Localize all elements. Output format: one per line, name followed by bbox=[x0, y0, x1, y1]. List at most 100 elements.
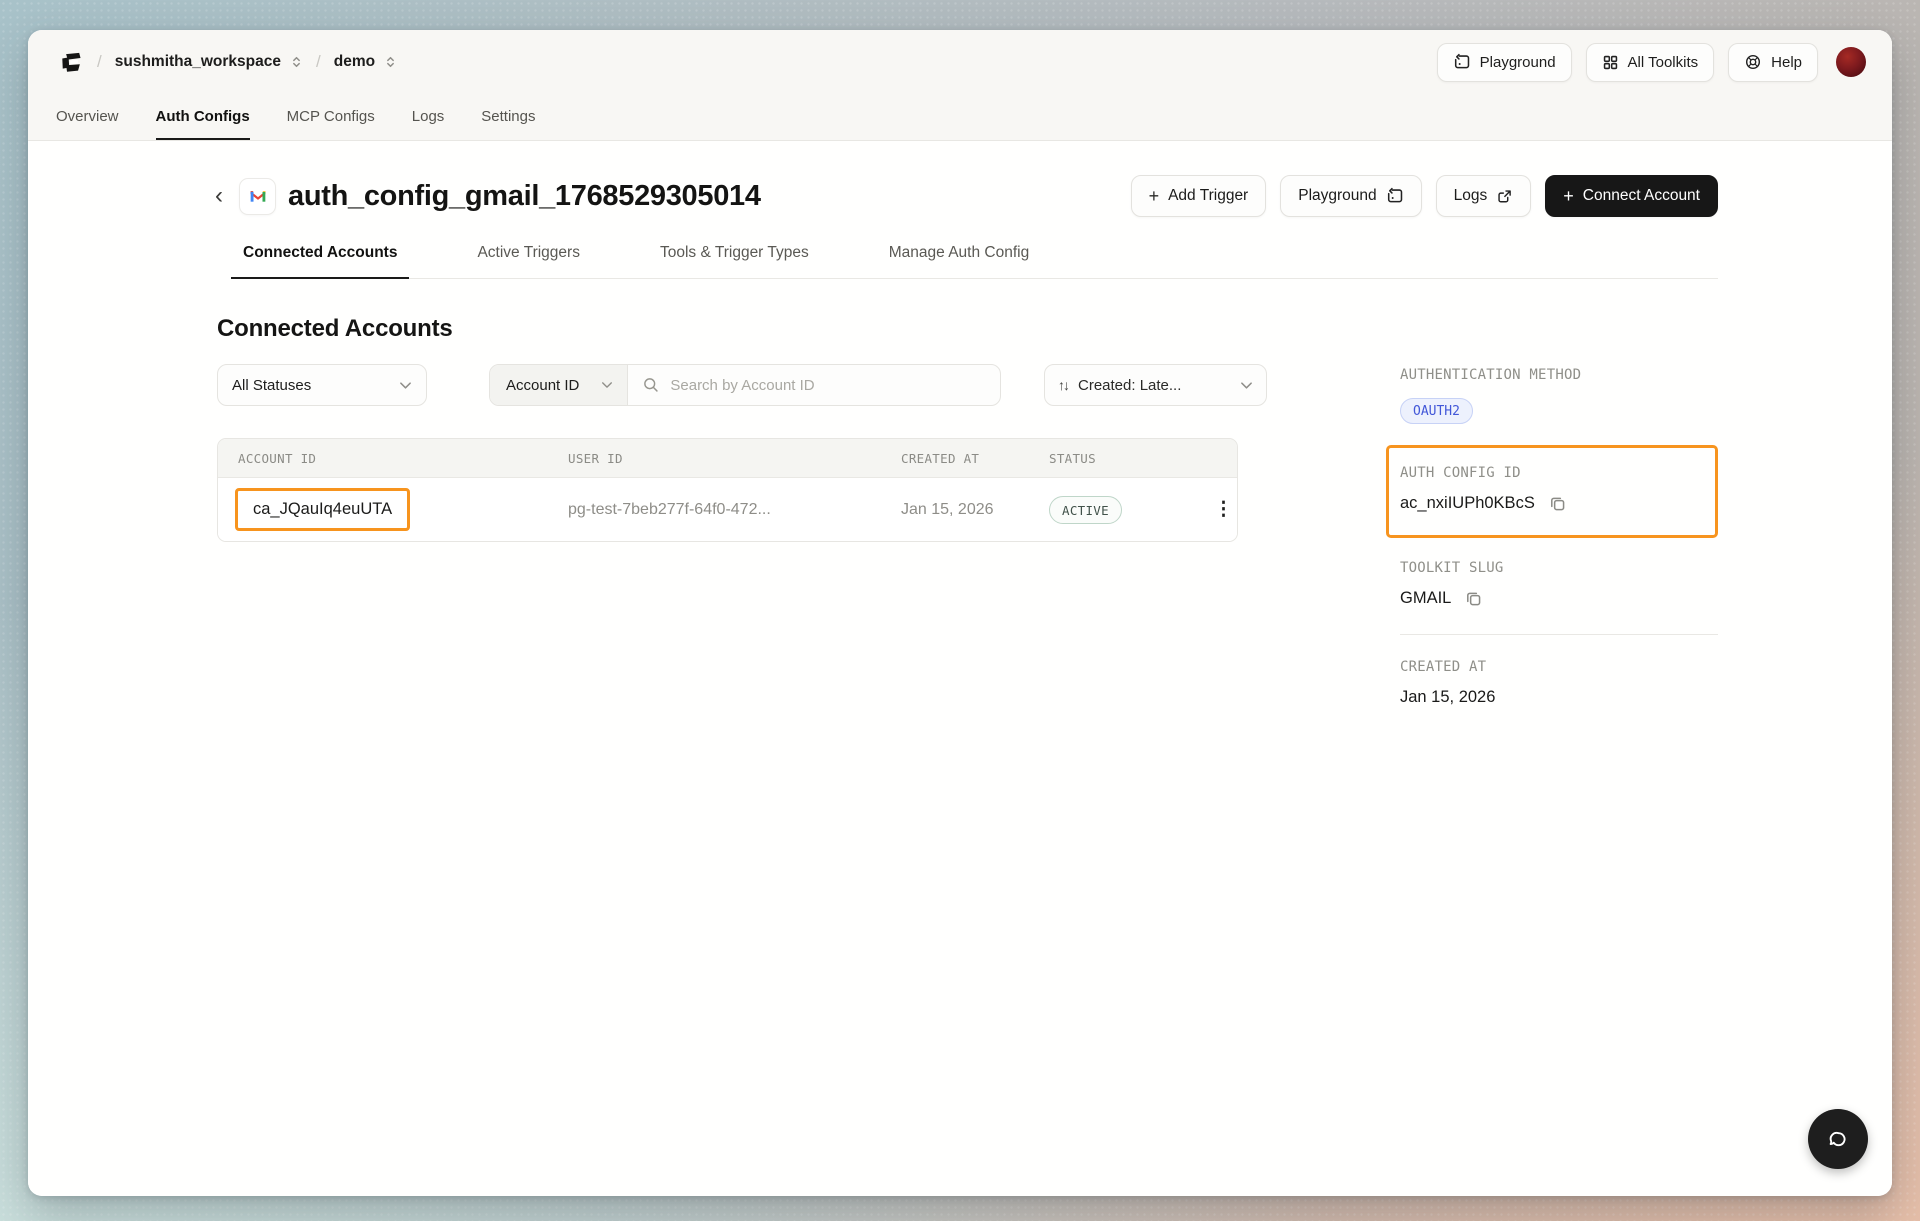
status-cell: ACTIVE bbox=[1029, 496, 1186, 524]
chevron-down-icon bbox=[1240, 381, 1253, 390]
toolkit-slug-block: TOOLKIT SLUG GMAIL bbox=[1400, 560, 1718, 608]
created-at-cell: Jan 15, 2026 bbox=[881, 501, 1029, 519]
logs-label: Logs bbox=[1454, 187, 1488, 205]
copy-icon[interactable] bbox=[1464, 589, 1483, 608]
status-badge: ACTIVE bbox=[1049, 496, 1122, 524]
created-at-value: Jan 15, 2026 bbox=[1400, 688, 1495, 707]
sort-arrows-icon: ↑↓ bbox=[1058, 377, 1068, 393]
auth-config-id-highlighted: AUTH CONFIG ID ac_nxiIUPh0KBcS bbox=[1386, 445, 1718, 538]
tab-auth-configs[interactable]: Auth Configs bbox=[156, 108, 250, 140]
topbar-actions: Playground All Toolkits bbox=[1437, 43, 1866, 82]
breadcrumb-separator: / bbox=[97, 52, 102, 72]
help-label: Help bbox=[1771, 54, 1802, 71]
add-trigger-button[interactable]: + Add Trigger bbox=[1131, 175, 1267, 217]
subtab-active-triggers[interactable]: Active Triggers bbox=[465, 244, 592, 279]
details-sidebar: AUTHENTICATION METHOD OAUTH2 AUTH CONFIG… bbox=[1400, 367, 1718, 707]
back-button[interactable]: ‹ bbox=[206, 183, 232, 209]
subtab-manage-auth-config[interactable]: Manage Auth Config bbox=[877, 244, 1041, 279]
playground-page-button[interactable]: Playground bbox=[1280, 175, 1421, 217]
playground-icon bbox=[1386, 187, 1404, 205]
breadcrumb-project[interactable]: demo bbox=[334, 53, 397, 71]
col-user-id: USER ID bbox=[548, 451, 881, 466]
col-account-id: ACCOUNT ID bbox=[218, 451, 548, 466]
subtab-tools-trigger-types[interactable]: Tools & Trigger Types bbox=[648, 244, 821, 279]
search-field-select[interactable]: Account ID bbox=[490, 365, 628, 405]
playground-button[interactable]: Playground bbox=[1437, 43, 1572, 82]
search-icon bbox=[642, 376, 660, 394]
search-field-value: Account ID bbox=[506, 377, 579, 394]
all-toolkits-button[interactable]: All Toolkits bbox=[1586, 43, 1715, 82]
chat-support-button[interactable] bbox=[1808, 1109, 1868, 1169]
top-bar: / sushmitha_workspace / demo bbox=[28, 30, 1892, 141]
status-filter-value: All Statuses bbox=[232, 377, 311, 394]
playground-label: Playground bbox=[1480, 54, 1556, 71]
workspace-name: sushmitha_workspace bbox=[115, 53, 281, 71]
toolkit-slug-label: TOOLKIT SLUG bbox=[1400, 560, 1718, 576]
search-combo: Account ID bbox=[489, 364, 1001, 406]
page-title-row: ‹ auth_config_gmail_1768529305014 + Add … bbox=[206, 175, 1718, 217]
filters-row: All Statuses Account ID bbox=[217, 364, 1267, 406]
caret-updown-icon bbox=[384, 54, 397, 70]
gmail-toolkit-icon bbox=[239, 178, 276, 215]
chevron-down-icon bbox=[601, 381, 613, 389]
auth-config-id-label: AUTH CONFIG ID bbox=[1400, 465, 1701, 481]
breadcrumb-row: / sushmitha_workspace / demo bbox=[54, 30, 1866, 94]
user-avatar[interactable] bbox=[1836, 47, 1866, 77]
breadcrumb-separator: / bbox=[316, 52, 321, 72]
logs-button[interactable]: Logs bbox=[1436, 175, 1532, 217]
external-link-icon bbox=[1496, 188, 1513, 205]
copy-icon[interactable] bbox=[1548, 494, 1567, 513]
help-button[interactable]: Help bbox=[1728, 43, 1818, 82]
add-trigger-label: Add Trigger bbox=[1168, 187, 1248, 205]
account-id-value-highlighted: ca_JQauIq4euUTA bbox=[235, 488, 410, 531]
caret-updown-icon bbox=[290, 54, 303, 70]
tab-overview[interactable]: Overview bbox=[56, 108, 119, 140]
status-filter-select[interactable]: All Statuses bbox=[217, 364, 427, 406]
section-heading: Connected Accounts bbox=[217, 315, 1267, 343]
chat-bubble-icon bbox=[1824, 1125, 1852, 1153]
sort-value: Created: Late... bbox=[1078, 377, 1181, 394]
project-name: demo bbox=[334, 53, 375, 71]
help-lifebuoy-icon bbox=[1744, 53, 1762, 71]
connect-account-label: Connect Account bbox=[1583, 187, 1700, 205]
plus-icon: + bbox=[1563, 187, 1574, 205]
tab-settings[interactable]: Settings bbox=[481, 108, 535, 140]
table-header: ACCOUNT ID USER ID CREATED AT STATUS bbox=[218, 439, 1237, 478]
created-at-block: CREATED AT Jan 15, 2026 bbox=[1400, 659, 1718, 707]
chevron-down-icon bbox=[399, 381, 412, 390]
search-input[interactable] bbox=[670, 377, 986, 394]
col-created-at: CREATED AT bbox=[881, 451, 1029, 466]
playground-icon bbox=[1453, 53, 1471, 71]
main-content: ‹ auth_config_gmail_1768529305014 + Add … bbox=[28, 141, 1892, 1196]
composio-logo-icon[interactable] bbox=[54, 47, 84, 77]
sort-select[interactable]: ↑↓ Created: Late... bbox=[1044, 364, 1267, 406]
tab-mcp-configs[interactable]: MCP Configs bbox=[287, 108, 375, 140]
search-box bbox=[628, 376, 1000, 394]
page-actions: + Add Trigger Playground Logs bbox=[1131, 175, 1718, 217]
auth-config-id-value: ac_nxiIUPh0KBcS bbox=[1400, 494, 1535, 513]
grid-icon bbox=[1602, 54, 1619, 71]
connect-account-button[interactable]: + Connect Account bbox=[1545, 175, 1718, 217]
playground-page-label: Playground bbox=[1298, 187, 1376, 205]
main-nav-tabs: Overview Auth Configs MCP Configs Logs S… bbox=[54, 94, 1866, 140]
page-title: auth_config_gmail_1768529305014 bbox=[288, 180, 761, 213]
plus-icon: + bbox=[1149, 187, 1160, 205]
col-status: STATUS bbox=[1029, 451, 1186, 466]
account-id-cell: ca_JQauIq4euUTA bbox=[218, 488, 548, 531]
oauth2-badge: OAUTH2 bbox=[1400, 398, 1473, 424]
all-toolkits-label: All Toolkits bbox=[1628, 54, 1699, 71]
back-chevron-icon: ‹ bbox=[215, 182, 223, 210]
table-row[interactable]: ca_JQauIq4euUTA pg-test-7beb277f-64f0-47… bbox=[218, 478, 1237, 541]
subtab-connected-accounts[interactable]: Connected Accounts bbox=[231, 244, 409, 279]
created-at-label: CREATED AT bbox=[1400, 659, 1718, 675]
config-subtabs: Connected Accounts Active Triggers Tools… bbox=[231, 244, 1718, 279]
auth-method-label: AUTHENTICATION METHOD bbox=[1400, 367, 1718, 383]
user-id-cell: pg-test-7beb277f-64f0-472... bbox=[548, 501, 881, 519]
app-window: / sushmitha_workspace / demo bbox=[28, 30, 1892, 1196]
breadcrumb: / sushmitha_workspace / demo bbox=[54, 47, 397, 77]
row-actions-kebab-icon[interactable]: ⋮ bbox=[1186, 498, 1233, 521]
connected-accounts-table: ACCOUNT ID USER ID CREATED AT STATUS ca_… bbox=[217, 438, 1238, 542]
breadcrumb-workspace[interactable]: sushmitha_workspace bbox=[115, 53, 303, 71]
tab-logs[interactable]: Logs bbox=[412, 108, 445, 140]
toolkit-slug-value: GMAIL bbox=[1400, 589, 1451, 608]
